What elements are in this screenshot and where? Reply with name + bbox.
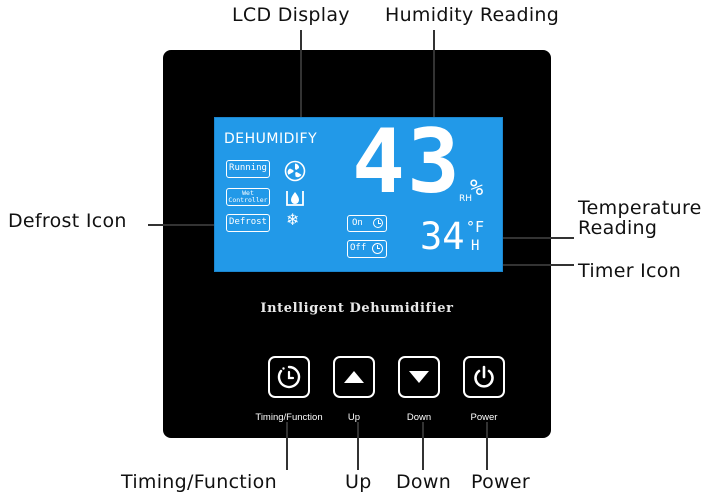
- leader-line-down: [422, 422, 424, 470]
- up-arrow-icon: [344, 371, 364, 383]
- timer-off-label: Off: [350, 243, 367, 253]
- water-tank-icon: [286, 191, 304, 206]
- callout-up: Up: [345, 471, 372, 493]
- humidity-value: 43: [352, 110, 462, 213]
- timer-icon: [277, 365, 301, 389]
- leader-line-timing: [286, 422, 288, 470]
- percent-unit: %: [470, 176, 484, 201]
- lcd-mode-text: DEHUMIDIFY: [224, 131, 318, 147]
- down-button[interactable]: [398, 356, 440, 398]
- down-arrow-icon: [409, 371, 429, 383]
- timer-on-indicator: On: [347, 215, 387, 232]
- hour-unit: H: [471, 238, 480, 254]
- callout-defrost-icon: Defrost Icon: [8, 210, 127, 232]
- callout-temperature-reading: Temperature Reading: [578, 197, 702, 239]
- leader-line-up: [357, 422, 359, 470]
- callout-timer-icon: Timer Icon: [578, 260, 682, 282]
- temperature-value: 34: [420, 215, 465, 258]
- defrost-indicator: Defrost: [226, 214, 270, 232]
- callout-down: Down: [396, 471, 452, 493]
- leader-line-power: [486, 422, 488, 470]
- up-button[interactable]: [333, 356, 375, 398]
- callout-power: Power: [471, 471, 530, 493]
- callout-timing-function: Timing/Function: [121, 471, 277, 493]
- leader-line-lcd: [300, 30, 302, 128]
- power-label: Power: [470, 412, 498, 423]
- timer-off-indicator: Off: [347, 240, 387, 258]
- brand-text: Intelligent Dehumidifier: [260, 301, 454, 316]
- timing-function-button[interactable]: [268, 356, 310, 398]
- power-icon: [474, 365, 494, 388]
- callout-lcd-display: LCD Display: [232, 4, 350, 26]
- snowflake-icon: ❄: [286, 210, 300, 229]
- fan-icon: [284, 160, 306, 182]
- fahrenheit-unit: °F: [466, 218, 485, 236]
- callout-humidity-reading: Humidity Reading: [385, 4, 560, 26]
- clock-icon: [373, 218, 383, 228]
- clock-icon: [372, 243, 383, 254]
- wet-controller-indicator: Wet Controller: [226, 188, 270, 206]
- timer-on-label: On: [352, 218, 363, 228]
- power-button[interactable]: [463, 356, 505, 398]
- running-indicator: Running: [226, 160, 270, 178]
